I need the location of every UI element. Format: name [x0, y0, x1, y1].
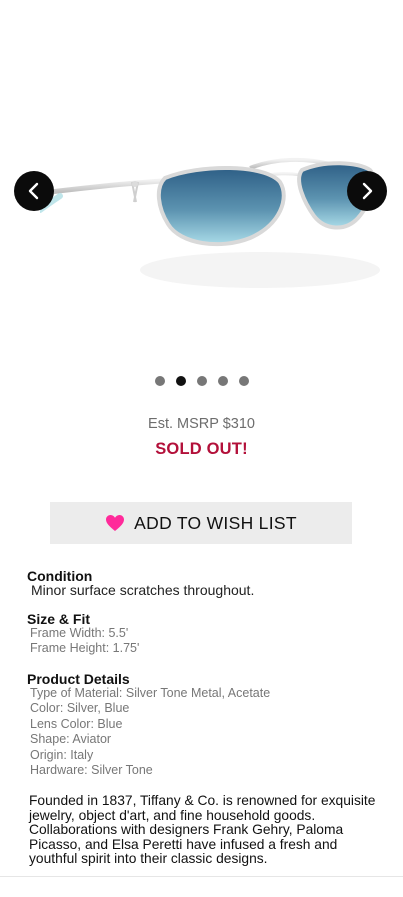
- gallery-dot[interactable]: [238, 376, 249, 386]
- detail-color: Color: Silver, Blue: [30, 701, 130, 715]
- detail-lens-color: Lens Color: Blue: [30, 717, 123, 731]
- product-image-gallery[interactable]: [0, 0, 403, 370]
- size-fit-heading: Size & Fit: [27, 611, 91, 627]
- heart-icon: [106, 515, 125, 531]
- detail-hardware: Hardware: Silver Tone: [30, 763, 153, 777]
- gallery-prev-button[interactable]: [14, 171, 54, 211]
- divider: [0, 876, 403, 877]
- detail-origin: Origin: Italy: [30, 748, 94, 762]
- msrp-price: Est. MSRP $310: [148, 416, 255, 432]
- sold-out-status: SOLD OUT!: [155, 440, 248, 458]
- chevron-right-icon: [362, 182, 373, 200]
- gallery-dot[interactable]: [196, 376, 207, 386]
- chevron-left-icon: [28, 182, 39, 200]
- sunglasses-image: [40, 157, 380, 288]
- gallery-dot[interactable]: [217, 376, 228, 386]
- detail-shape: Shape: Aviator: [30, 732, 112, 746]
- detail-material: Type of Material: Silver Tone Metal, Ace…: [30, 686, 271, 700]
- gallery-pagination: [0, 376, 403, 386]
- product-details-heading: Product Details: [27, 671, 130, 687]
- brand-description: Founded in 1837, Tiffany & Co. is renown…: [29, 793, 376, 866]
- gallery-dot-active[interactable]: [175, 376, 186, 386]
- frame-width: Frame Width: 5.5': [30, 626, 129, 640]
- add-to-wishlist-label: ADD TO WISH LIST: [134, 512, 297, 533]
- frame-height: Frame Height: 1.75': [30, 641, 140, 655]
- add-to-wishlist-button[interactable]: ADD TO WISH LIST: [50, 502, 352, 544]
- gallery-dot[interactable]: [154, 376, 165, 386]
- condition-text: Minor surface scratches throughout.: [31, 582, 255, 598]
- gallery-next-button[interactable]: [347, 171, 387, 211]
